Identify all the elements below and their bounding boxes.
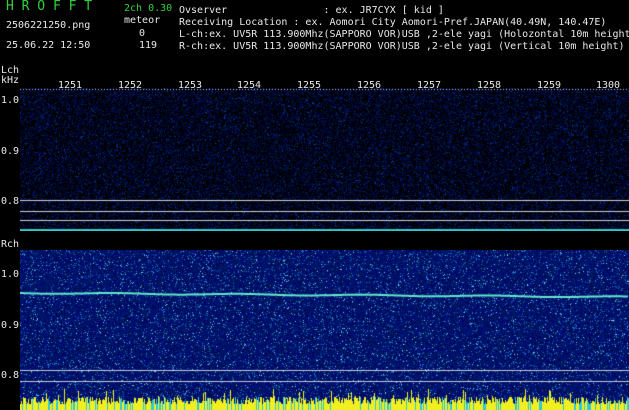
lch-freq-tick: 0.9 [1, 146, 20, 157]
lch-freq-tick: 1.0 [1, 95, 20, 106]
lch-freq-tick: 0.8 [1, 196, 20, 207]
rch-info: R-ch:ex. UV5R 113.900Mhz(SAPPORO VOR)USB… [179, 41, 625, 52]
lch-info: L-ch:ex. UV5R 113.900Mhz(SAPPORO VOR)USB… [179, 29, 629, 40]
rch-freq-tick: 0.8 [1, 370, 20, 381]
app-title: H R O F F T [6, 0, 93, 14]
rch-label: Rch [1, 239, 20, 250]
rch-freq-tick: 1.0 [1, 269, 20, 280]
timestamp: 25.06.22 12:50 [6, 40, 91, 51]
mode-label: 2ch 0.30 [124, 3, 173, 14]
rch-count: 119 [139, 40, 158, 51]
lch-count: 0 [139, 28, 146, 39]
unit-label: kHz [1, 75, 20, 86]
lch-spectrogram [20, 88, 629, 231]
file-name: 2506221250.png [6, 20, 91, 31]
rch-spectrogram [20, 250, 629, 410]
observer-info: Ovserver : ex. JR7CYX [ kid ] [179, 5, 444, 16]
location-info: Receiving Location : ex. Aomori City Aom… [179, 17, 607, 28]
detect-label: meteor [124, 15, 161, 26]
rch-freq-tick: 0.9 [1, 320, 20, 331]
